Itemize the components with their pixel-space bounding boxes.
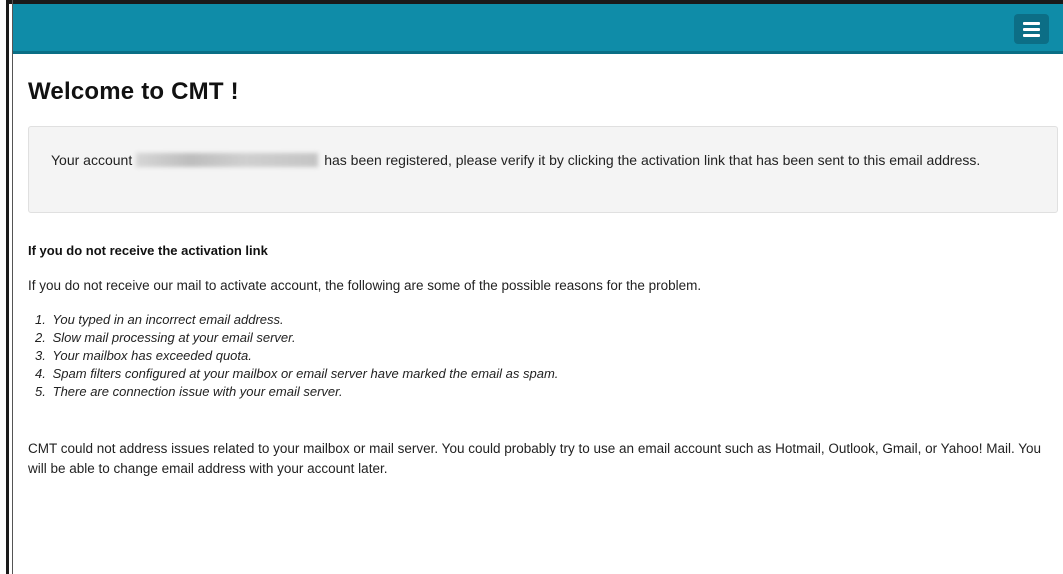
list-item-number: 2.: [35, 330, 46, 345]
page-title: Welcome to CMT !: [28, 78, 239, 105]
reasons-list: 1. You typed in an incorrect email addre…: [35, 311, 558, 401]
redacted-email: [136, 153, 319, 167]
closing-paragraph: CMT could not address issues related to …: [28, 441, 1042, 476]
list-item-text: Spam filters configured at your mailbox …: [52, 366, 559, 381]
hamburger-menu-icon: [1023, 27, 1040, 31]
list-item: 3. Your mailbox has exceeded quota.: [35, 347, 558, 365]
menu-toggle-button[interactable]: [1014, 14, 1049, 44]
list-item-text: Your mailbox has exceeded quota.: [52, 348, 252, 363]
hamburger-menu-icon: [1023, 33, 1040, 37]
list-item: 5. There are connection issue with your …: [35, 383, 558, 401]
list-item-number: 5.: [35, 384, 46, 399]
list-item-text: Slow mail processing at your email serve…: [52, 330, 296, 345]
list-item: 4. Spam filters configured at your mailb…: [35, 365, 558, 383]
list-item: 2. Slow mail processing at your email se…: [35, 329, 558, 347]
intro-paragraph: If you do not receive our mail to activa…: [28, 278, 702, 293]
list-item-text: There are connection issue with your ema…: [52, 384, 343, 399]
list-item-text: You typed in an incorrect email address.: [52, 312, 284, 327]
page-frame: Welcome to CMT ! Your account has been re…: [0, 0, 1063, 574]
list-item-number: 1.: [35, 312, 46, 327]
list-item-number: 3.: [35, 348, 46, 363]
list-item-number: 4.: [35, 366, 46, 381]
section-heading: If you do not receive the activation lin…: [28, 243, 268, 258]
hamburger-menu-icon: [1023, 21, 1040, 25]
alert-text-after: has been registered, please verify it by…: [324, 152, 981, 168]
window-left-border-inner: [12, 0, 13, 574]
alert-text-before: Your account: [51, 152, 133, 168]
top-navbar: [13, 4, 1063, 54]
window-left-border: [6, 0, 9, 574]
registration-alert: Your account has been registered, please …: [28, 126, 1058, 213]
list-item: 1. You typed in an incorrect email addre…: [35, 311, 558, 329]
